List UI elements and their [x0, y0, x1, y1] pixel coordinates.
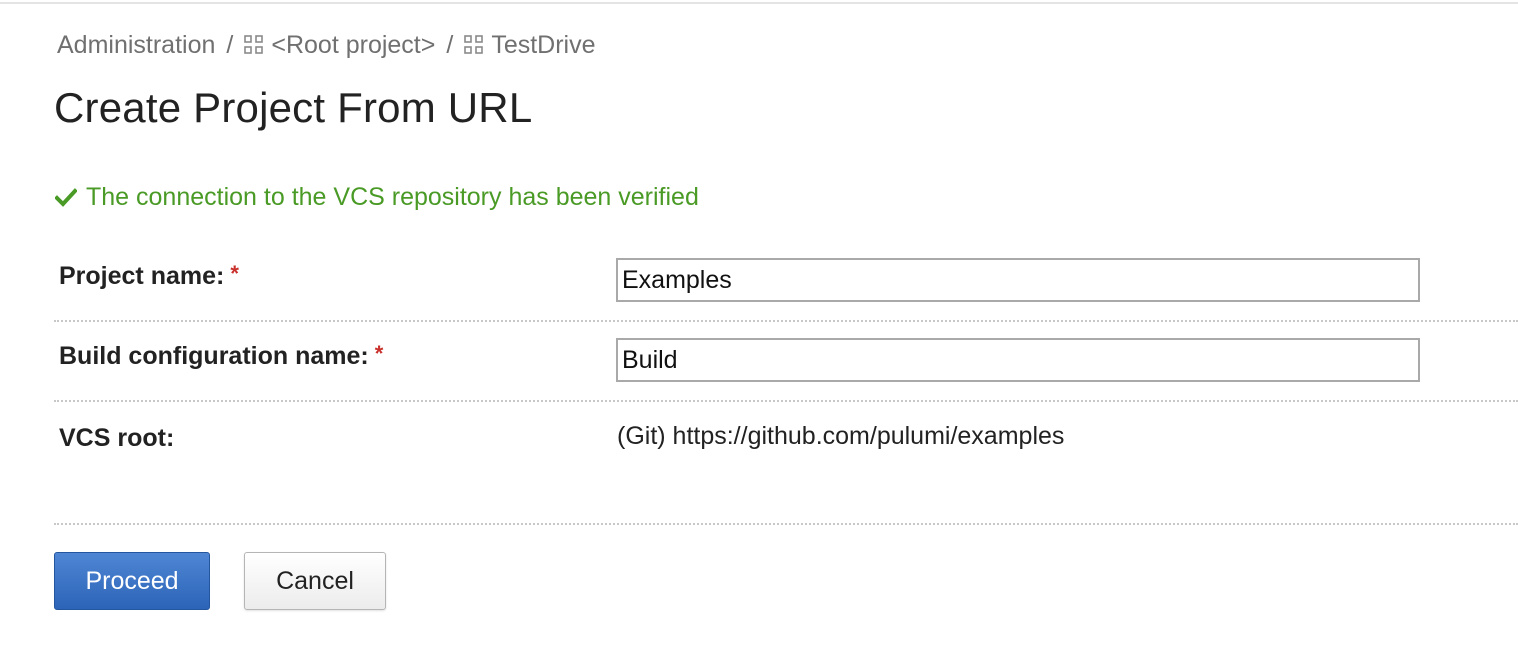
- row-divider: [54, 523, 1518, 525]
- build-config-name-label-text: Build configuration name:: [59, 342, 369, 370]
- checkmark-icon: [55, 188, 77, 207]
- create-project-page: Administration / <Root project> / TestDr…: [0, 0, 1518, 662]
- project-name-input[interactable]: [616, 258, 1420, 302]
- breadcrumb-separator: /: [226, 30, 234, 59]
- page-title: Create Project From URL: [54, 84, 533, 131]
- breadcrumb-item-root-project[interactable]: <Root project>: [244, 31, 435, 60]
- breadcrumb-link-root-project[interactable]: <Root project>: [271, 31, 435, 60]
- build-config-name-row: Build configuration name: *: [54, 338, 1518, 400]
- project-name-label: Project name: *: [59, 261, 239, 291]
- cancel-button[interactable]: Cancel: [244, 552, 386, 610]
- vcs-verified-message: The connection to the VCS repository has…: [55, 180, 699, 214]
- vcs-verified-text: The connection to the VCS repository has…: [86, 182, 699, 211]
- project-grid-icon: [464, 35, 484, 55]
- breadcrumb-item-administration[interactable]: Administration: [57, 31, 215, 60]
- build-config-name-input[interactable]: [616, 338, 1420, 382]
- project-name-row: Project name: *: [54, 258, 1518, 320]
- breadcrumb-separator: /: [446, 30, 454, 59]
- breadcrumb-link-administration[interactable]: Administration: [57, 31, 215, 60]
- required-asterisk: *: [230, 261, 239, 286]
- row-divider: [54, 400, 1518, 402]
- breadcrumb-item-testdrive[interactable]: TestDrive: [464, 31, 596, 60]
- vcs-root-row: VCS root: (Git) https://github.com/pulum…: [54, 422, 1518, 462]
- vcs-root-label: VCS root:: [59, 424, 175, 452]
- row-divider: [54, 320, 1518, 322]
- project-name-label-text: Project name:: [59, 262, 225, 290]
- vcs-root-value: (Git) https://github.com/pulumi/examples: [617, 422, 1065, 450]
- build-config-name-label: Build configuration name: *: [59, 341, 384, 371]
- project-grid-icon: [244, 35, 264, 55]
- proceed-button[interactable]: Proceed: [54, 552, 210, 610]
- breadcrumb: Administration / <Root project> / TestDr…: [57, 28, 596, 62]
- breadcrumb-link-testdrive[interactable]: TestDrive: [491, 31, 595, 60]
- required-asterisk: *: [374, 341, 384, 366]
